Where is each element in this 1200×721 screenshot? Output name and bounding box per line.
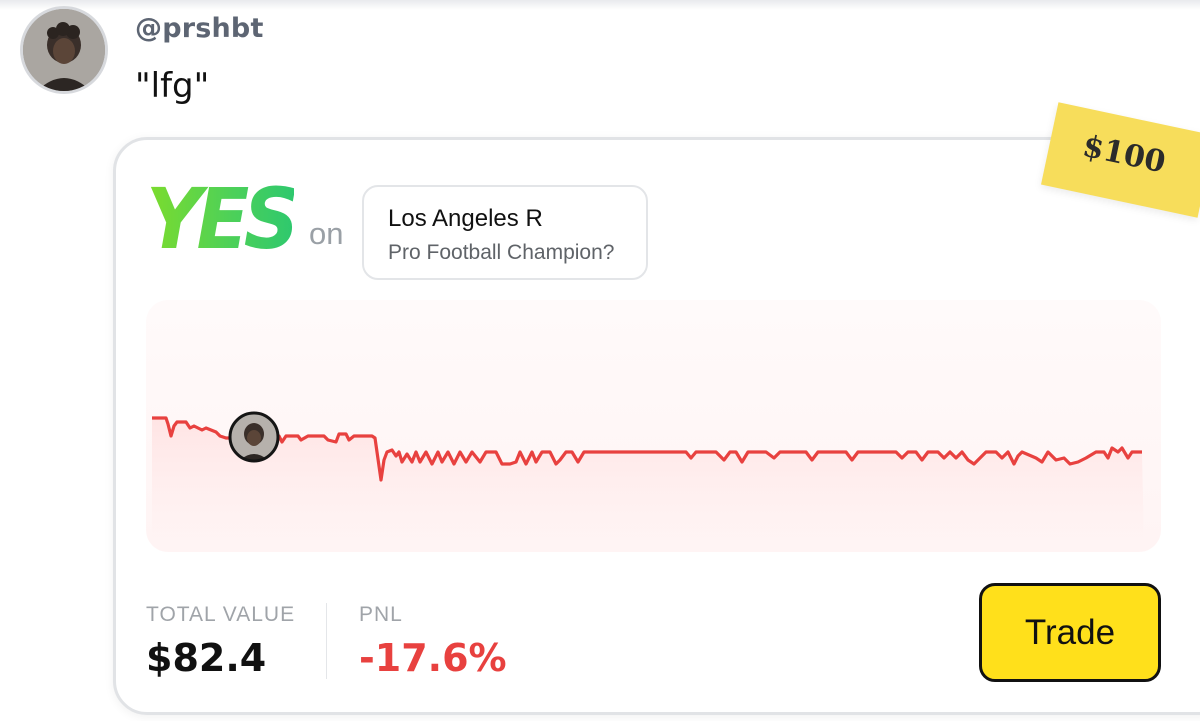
market-subtitle: Pro Football Champion? xyxy=(388,241,615,264)
market-title: Los Angeles R xyxy=(388,205,543,232)
chart-avatar-marker xyxy=(228,411,280,463)
total-value: $82.4 xyxy=(146,636,267,680)
stats-divider xyxy=(326,603,327,679)
pnl-label: PNL xyxy=(359,603,403,626)
connector-text: on xyxy=(309,216,344,251)
stake-tag-text: $100 xyxy=(1079,128,1169,181)
top-edge-shadow xyxy=(0,0,1200,10)
trade-button[interactable]: Trade xyxy=(979,583,1161,682)
total-value-label: TOTAL VALUE xyxy=(146,603,296,626)
username-handle[interactable]: @prshbt xyxy=(135,13,264,44)
user-avatar[interactable] xyxy=(20,6,108,94)
post-message: "lfg" xyxy=(135,66,210,106)
market-chip[interactable]: Los Angeles R Pro Football Champion? xyxy=(362,185,648,280)
price-chart xyxy=(146,300,1161,552)
post-page: @prshbt "lfg" YES on Los Angeles R Pro F… xyxy=(0,0,1200,721)
price-chart-svg xyxy=(152,411,1144,552)
position-side-label: YES xyxy=(146,170,299,268)
avatar-icon xyxy=(23,9,105,91)
pnl-value: -17.6% xyxy=(359,636,507,680)
